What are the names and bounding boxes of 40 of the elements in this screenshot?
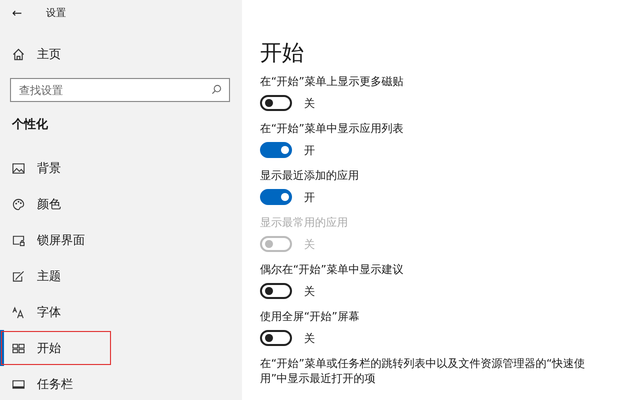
toggle-switch[interactable] (260, 283, 292, 299)
toggle-state: 关 (304, 284, 315, 298)
sidebar-item[interactable]: 开始 (0, 330, 112, 366)
toggle-state: 开 (304, 190, 315, 204)
setting-label: 显示最常用的应用 (260, 215, 349, 230)
setting-label: 偶尔在“开始”菜单中显示建议 (260, 262, 404, 277)
home-icon (12, 48, 25, 60)
page-title: 开始 (260, 40, 305, 68)
brush-icon (12, 270, 25, 282)
window-title: 设置 (46, 6, 66, 20)
sidebar-item[interactable]: 背景 (0, 150, 242, 186)
setting-label: 使用全屏“开始”屏幕 (260, 309, 360, 324)
sidebar-item[interactable]: 任务栏 (0, 366, 242, 400)
sidebar-item[interactable]: 锁屏界面 (0, 222, 242, 258)
sidebar-item[interactable]: 字体 (0, 294, 242, 330)
toggle-switch[interactable] (260, 189, 292, 205)
back-button[interactable]: ← (12, 6, 46, 20)
start-icon (12, 342, 25, 354)
home-item[interactable]: 主页 (0, 36, 242, 72)
toggle-switch[interactable] (260, 142, 292, 158)
font-icon (12, 306, 25, 318)
picture-icon (12, 162, 25, 174)
setting-label: 显示最近添加的应用 (260, 168, 360, 183)
section-heading: 个性化 (10, 116, 49, 133)
toggle-state: 关 (304, 236, 315, 252)
sidebar-item[interactable]: 颜色 (0, 186, 242, 222)
toggle-state: 关 (304, 330, 315, 346)
toggle-state: 关 (304, 96, 315, 110)
lock-icon (12, 234, 25, 246)
setting-label: 在“开始”菜单中显示应用列表 (260, 121, 404, 136)
setting-label: 在“开始”菜单上显示更多磁贴 (260, 74, 404, 89)
toggle-switch[interactable] (260, 330, 292, 346)
search-field[interactable]: 查找设置 (10, 78, 230, 102)
search-icon (211, 84, 222, 95)
sidebar-item[interactable]: 主题 (0, 258, 242, 294)
taskbar-icon (12, 378, 25, 390)
toggle-switch[interactable] (260, 95, 292, 111)
palette-icon (12, 198, 25, 210)
setting-label: 在“开始”菜单或任务栏的跳转列表中以及文件资源管理器的“快速使用”中显示最近打开的项 (260, 356, 586, 386)
toggle-state: 开 (304, 142, 315, 158)
